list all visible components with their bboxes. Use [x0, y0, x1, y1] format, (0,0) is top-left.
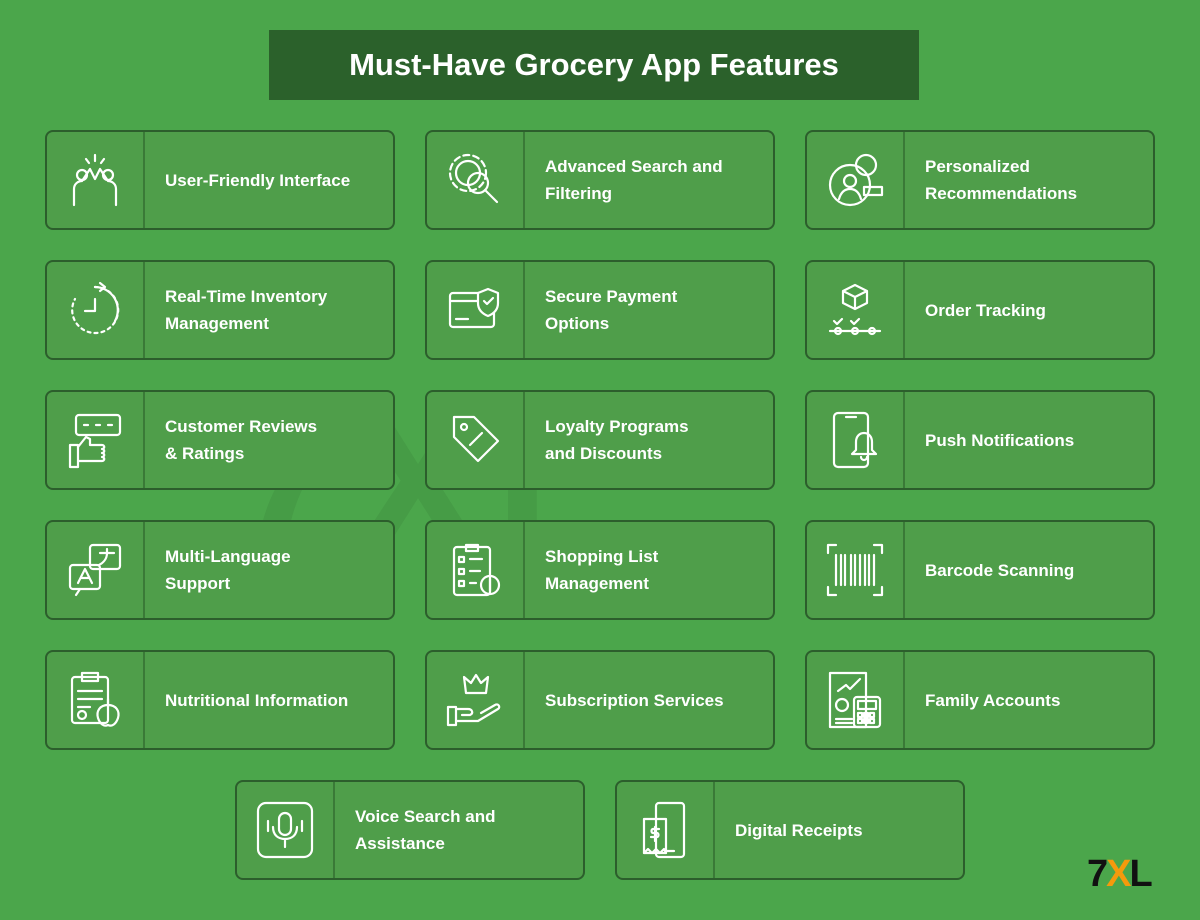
feature-label: Personalized Recommendations	[925, 157, 1078, 203]
feature-card: Barcode Scanning	[805, 520, 1155, 620]
feature-card: Personalized Recommendations	[805, 130, 1155, 230]
phone-bell-icon	[807, 392, 905, 488]
barcode-icon	[807, 522, 905, 618]
brand-logo: 7XL	[1087, 853, 1153, 896]
logo-x: X	[1106, 853, 1131, 895]
logo-l: L	[1129, 853, 1153, 895]
feature-card: Real-Time Inventory Management	[45, 260, 395, 360]
feature-label: Shopping List Management	[545, 547, 659, 593]
sale-tag-icon	[427, 392, 525, 488]
feature-label: Voice Search and Assistance	[355, 807, 496, 853]
page-title: Must-Have Grocery App Features	[269, 30, 919, 100]
feature-label: Multi-Language Support	[165, 547, 291, 593]
feature-label: Advanced Search and Filtering	[545, 157, 723, 203]
feature-card: Secure Payment Options	[425, 260, 775, 360]
feature-label: Order Tracking	[925, 300, 1046, 320]
feature-card: Multi-Language Support	[45, 520, 395, 620]
feature-label: Loyalty Programs and Discounts	[545, 417, 689, 463]
feature-label: Family Accounts	[925, 690, 1061, 710]
feature-card: Customer Reviews & Ratings	[45, 390, 395, 490]
phone-receipt-icon	[617, 782, 715, 878]
feature-label: Customer Reviews & Ratings	[165, 417, 318, 463]
feature-card: Subscription Services	[425, 650, 775, 750]
feature-card: Loyalty Programs and Discounts	[425, 390, 775, 490]
microphone-icon	[237, 782, 335, 878]
translate-icon	[47, 522, 145, 618]
accounts-calculator-icon	[807, 652, 905, 748]
feature-card: User-Friendly Interface	[45, 130, 395, 230]
logo-7: 7	[1087, 853, 1108, 895]
feature-label: Secure Payment Options	[545, 287, 678, 333]
high-five-icon	[47, 132, 145, 228]
feature-card: Digital Receipts	[615, 780, 965, 880]
thumbs-stars-icon	[47, 392, 145, 488]
feature-label: User-Friendly Interface	[165, 170, 351, 190]
feature-card: Family Accounts	[805, 650, 1155, 750]
feature-card: Push Notifications	[805, 390, 1155, 490]
checklist-icon	[427, 522, 525, 618]
feature-label: Real-Time Inventory Management	[165, 287, 328, 333]
feature-label: Nutritional Information	[165, 690, 349, 710]
gear-search-icon	[427, 132, 525, 228]
feature-card: Voice Search and Assistance	[235, 780, 585, 880]
feature-card: Order Tracking	[805, 260, 1155, 360]
crown-hand-icon	[427, 652, 525, 748]
feature-label: Digital Receipts	[735, 820, 863, 840]
user-like-icon	[807, 132, 905, 228]
feature-label: Subscription Services	[545, 690, 724, 710]
package-track-icon	[807, 262, 905, 358]
feature-label: Push Notifications	[925, 430, 1075, 450]
feature-card: Advanced Search and Filtering	[425, 130, 775, 230]
card-shield-icon	[427, 262, 525, 358]
feature-card: Nutritional Information	[45, 650, 395, 750]
clipboard-apple-icon	[47, 652, 145, 748]
feature-card: Shopping List Management	[425, 520, 775, 620]
clock-icon	[47, 262, 145, 358]
feature-label: Barcode Scanning	[925, 560, 1075, 580]
